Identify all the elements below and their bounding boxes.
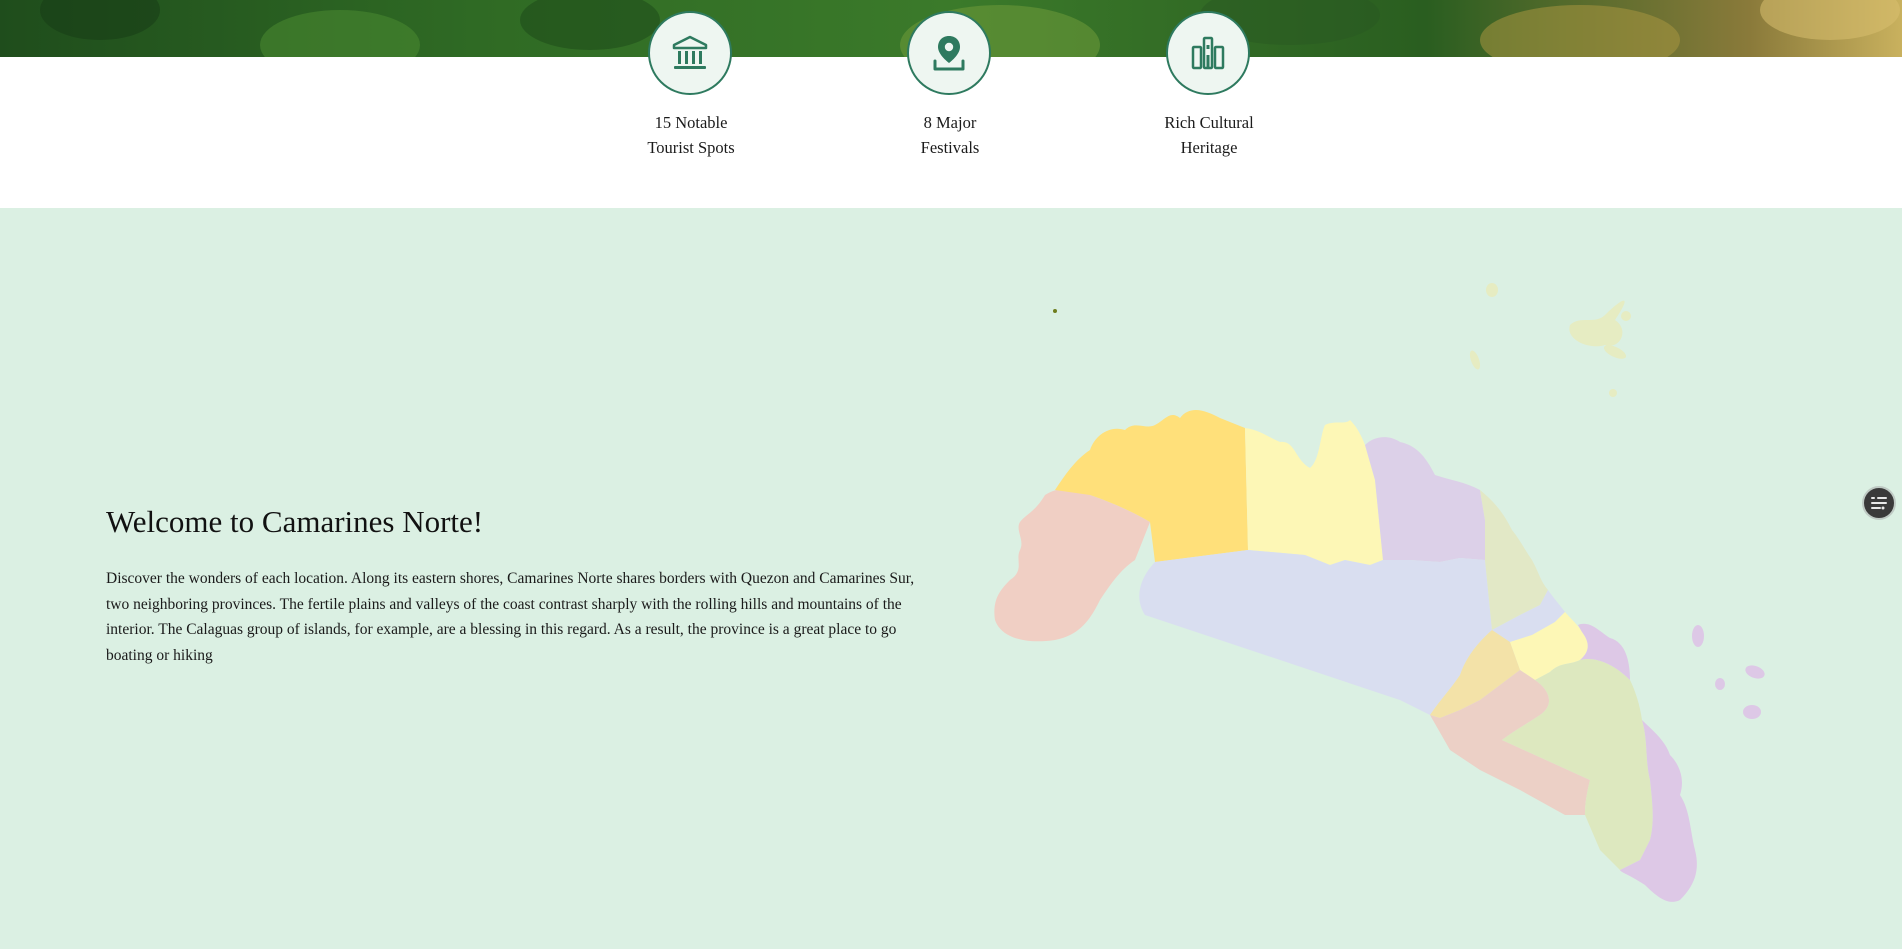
stat-label: 15 Notable Tourist Spots — [647, 113, 735, 157]
location-pin-icon — [907, 11, 991, 95]
stats-band: 15 Notable Tourist Spots 8 Major Festivals — [0, 11, 1902, 209]
province-map — [994, 283, 1765, 902]
stat-label: 8 Major Festivals — [920, 113, 980, 157]
map-region-1 — [994, 489, 1150, 642]
islet — [1715, 678, 1725, 690]
welcome-title: Welcome to Camarines Norte! — [106, 504, 484, 539]
filter-list-icon — [1871, 497, 1887, 510]
welcome-description: Discover the wonders of each location. A… — [106, 570, 915, 664]
calaguas-islands — [1469, 283, 1631, 397]
map-region-5 — [1139, 550, 1492, 715]
islet — [1743, 705, 1761, 719]
map-region-3 — [1245, 420, 1383, 565]
islet — [1745, 665, 1765, 679]
filter-fab-button[interactable] — [1862, 486, 1896, 520]
heritage-building-icon — [1166, 11, 1250, 95]
map-region-4 — [1365, 437, 1485, 562]
islet — [1692, 625, 1704, 647]
museum-icon — [648, 11, 732, 95]
stat-label: Rich Cultural Heritage — [1164, 113, 1254, 157]
